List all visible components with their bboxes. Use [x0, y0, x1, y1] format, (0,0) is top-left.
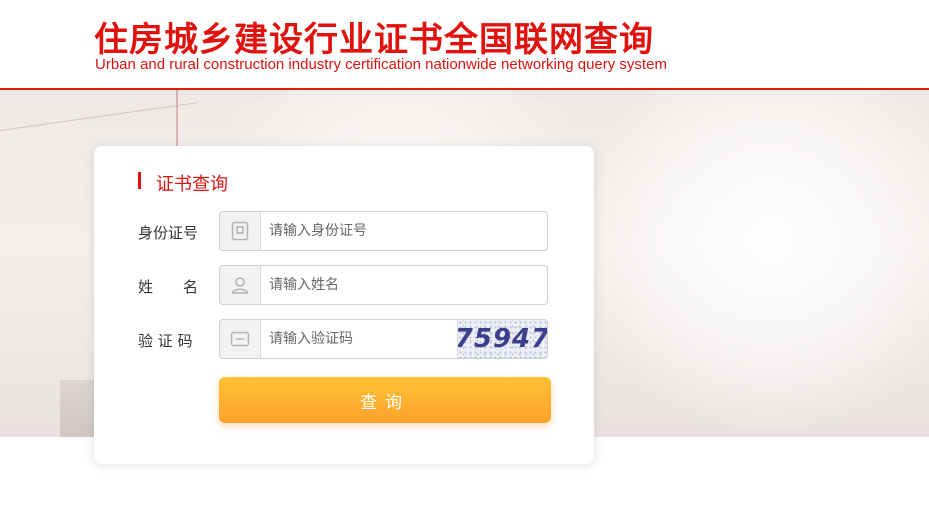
query-button[interactable]: 查询 — [219, 377, 551, 423]
id-number-input[interactable] — [269, 212, 539, 250]
card-title: 证书查询 — [156, 174, 228, 195]
title-accent-bar — [138, 172, 141, 189]
captcha-label: 验 证 码 — [138, 332, 193, 350]
captcha-field: 75947 — [219, 319, 548, 359]
id-number-field — [219, 211, 548, 251]
captcha-input[interactable] — [269, 320, 449, 358]
name-field — [219, 265, 548, 305]
site-header: 住房城乡建设行业证书全国联网查询 Urban and rural constru… — [0, 0, 929, 90]
id-card-icon — [220, 212, 261, 250]
name-label: 姓 名 — [138, 278, 199, 296]
id-number-label: 身份证号 — [138, 224, 199, 242]
name-input[interactable] — [269, 266, 539, 304]
captcha-image[interactable]: 75947 — [457, 320, 547, 358]
captcha-code: 75947 — [457, 324, 547, 354]
site-subtitle: Urban and rural construction industry ce… — [95, 56, 667, 73]
user-icon — [220, 266, 261, 304]
site-title: 住房城乡建设行业证书全国联网查询 — [94, 20, 654, 60]
query-card: 证书查询 身份证号 姓 名 验 证 码 — [94, 146, 594, 464]
keyboard-icon — [220, 320, 261, 358]
